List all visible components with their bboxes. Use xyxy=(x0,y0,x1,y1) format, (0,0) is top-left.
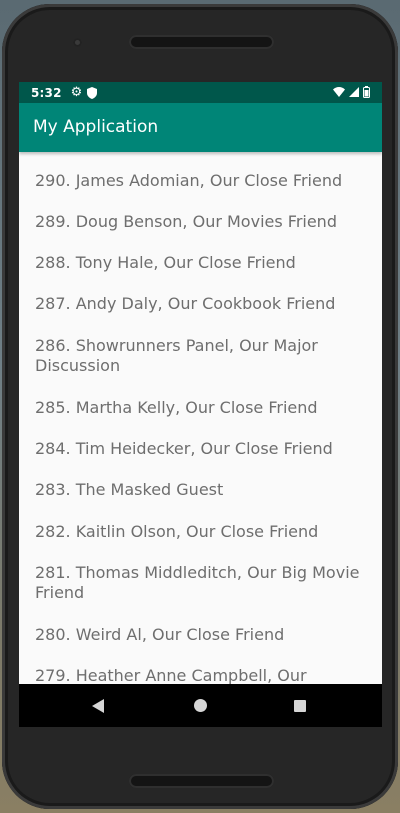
home-icon[interactable] xyxy=(194,699,207,712)
list-item[interactable]: 281. Thomas Middleditch, Our Big Movie F… xyxy=(35,563,365,603)
recents-icon[interactable] xyxy=(294,700,306,712)
episode-list[interactable]: 290. James Adomian, Our Close Friend 289… xyxy=(19,152,382,684)
battery-icon xyxy=(363,86,370,98)
signal-icon xyxy=(349,87,359,97)
list-item[interactable]: 290. James Adomian, Our Close Friend xyxy=(35,171,365,191)
app-title: My Application xyxy=(33,117,159,137)
list-item[interactable]: 285. Martha Kelly, Our Close Friend xyxy=(35,398,365,418)
list-item[interactable]: 282. Kaitlin Olson, Our Close Friend xyxy=(35,522,365,542)
list-item[interactable]: 280. Weird Al, Our Close Friend xyxy=(35,625,365,645)
list-item[interactable]: 283. The Masked Guest xyxy=(35,480,365,500)
shield-icon xyxy=(87,86,98,99)
status-bar: 5:32 ⚙ xyxy=(19,82,382,103)
screen: 5:32 ⚙ My Application 290. James Adomian… xyxy=(19,82,382,727)
bottom-speaker xyxy=(129,774,274,788)
list-item[interactable]: 279. Heather Anne Campbell, Our Gamer xyxy=(35,666,365,684)
list-item[interactable]: 288. Tony Hale, Our Close Friend xyxy=(35,253,365,273)
list-item[interactable]: 289. Doug Benson, Our Movies Friend xyxy=(35,212,365,232)
back-icon[interactable] xyxy=(92,699,104,713)
gear-icon: ⚙ xyxy=(70,85,83,100)
earpiece-speaker xyxy=(129,35,274,49)
wifi-icon xyxy=(333,87,345,97)
list-item[interactable]: 286. Showrunners Panel, Our Major Discus… xyxy=(35,336,365,376)
list-item[interactable]: 284. Tim Heidecker, Our Close Friend xyxy=(35,439,365,459)
front-camera xyxy=(73,38,82,47)
navigation-bar xyxy=(19,684,382,727)
app-bar: My Application xyxy=(19,103,382,152)
list-item[interactable]: 287. Andy Daly, Our Cookbook Friend xyxy=(35,294,365,314)
status-time: 5:32 xyxy=(31,85,62,100)
